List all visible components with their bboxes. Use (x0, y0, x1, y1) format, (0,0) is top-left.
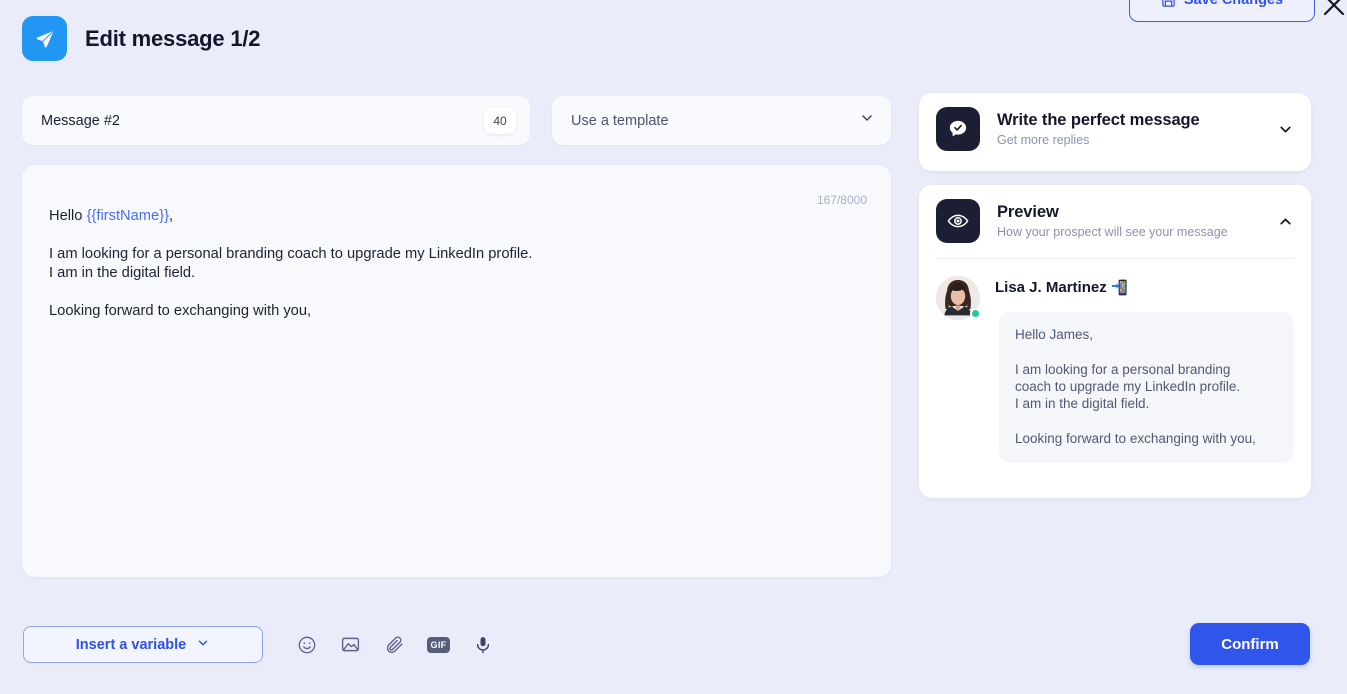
insert-variable-label: Insert a variable (75, 636, 187, 653)
page-title: Edit message 1/2 (85, 25, 261, 51)
eye-icon (936, 199, 980, 243)
panel-write-header[interactable]: Write the perfect message Get more repli… (919, 93, 1311, 151)
insert-variable-button[interactable]: Insert a variable (23, 626, 263, 663)
variable-token-firstname[interactable]: {{firstName}} (87, 208, 169, 224)
mobile-phone-emoji (1111, 279, 1127, 296)
message-editor-text[interactable]: Hello {{firstName}}, I am looking for a … (49, 207, 861, 321)
preview-message-bubble: Hello James, I am looking for a personal… (999, 312, 1294, 464)
gif-label: GIF (426, 636, 451, 653)
confirm-button[interactable]: Confirm (1190, 623, 1310, 665)
panel-preview-subtitle: How your prospect will see your message (997, 225, 1228, 239)
gif-icon[interactable]: GIF (424, 630, 453, 659)
message-name-count-badge: 40 (484, 107, 516, 134)
chevron-up-icon[interactable] (1275, 213, 1295, 230)
chevron-down-icon (859, 110, 875, 131)
image-icon[interactable] (336, 630, 365, 659)
editor-body-rest: I am looking for a personal branding coa… (49, 246, 533, 319)
avatar (936, 276, 981, 320)
page-header: Edit message 1/2 (22, 16, 261, 61)
panel-preview[interactable]: Preview How your prospect will see your … (919, 185, 1311, 498)
chat-check-icon (936, 107, 980, 151)
save-changes-label: Save Changes (1183, 0, 1284, 8)
message-name-field[interactable]: Message #2 40 (22, 96, 530, 145)
confirm-label: Confirm (1221, 635, 1279, 653)
editor-hello-suffix: , (169, 208, 174, 224)
online-status-dot (970, 308, 981, 319)
floppy-disk-icon (1161, 0, 1176, 8)
send-plane-icon (22, 16, 67, 61)
emoji-icon[interactable] (292, 630, 321, 659)
attachment-icon[interactable] (380, 630, 409, 659)
editor-hello-prefix: Hello (49, 208, 87, 224)
microphone-icon[interactable] (468, 630, 497, 659)
close-icon[interactable] (1319, 0, 1347, 20)
template-select-value: Use a template (571, 112, 669, 129)
prospect-name-text: Lisa J. Martinez (995, 279, 1107, 296)
editor-tools: GIF (292, 630, 497, 659)
panel-preview-title: Preview (997, 203, 1059, 221)
message-editor-card[interactable]: 167/8000 Hello {{firstName}}, I am looki… (22, 165, 891, 577)
template-select[interactable]: Use a template (552, 96, 891, 145)
panel-write-subtitle: Get more replies (997, 133, 1090, 147)
panel-write-perfect-message[interactable]: Write the perfect message Get more repli… (919, 93, 1311, 171)
chevron-down-icon[interactable] (1275, 121, 1295, 138)
panel-preview-header[interactable]: Preview How your prospect will see your … (919, 185, 1311, 243)
panel-write-title: Write the perfect message (997, 111, 1200, 129)
prospect-name: Lisa J. Martinez (995, 276, 1294, 296)
preview-conversation: Lisa J. Martinez Hello James, I am looki… (919, 259, 1311, 464)
save-changes-button[interactable]: Save Changes (1129, 0, 1315, 22)
chevron-down-icon (196, 636, 210, 654)
character-counter: 167/8000 (816, 193, 867, 207)
message-name-value[interactable]: Message #2 (41, 113, 484, 129)
